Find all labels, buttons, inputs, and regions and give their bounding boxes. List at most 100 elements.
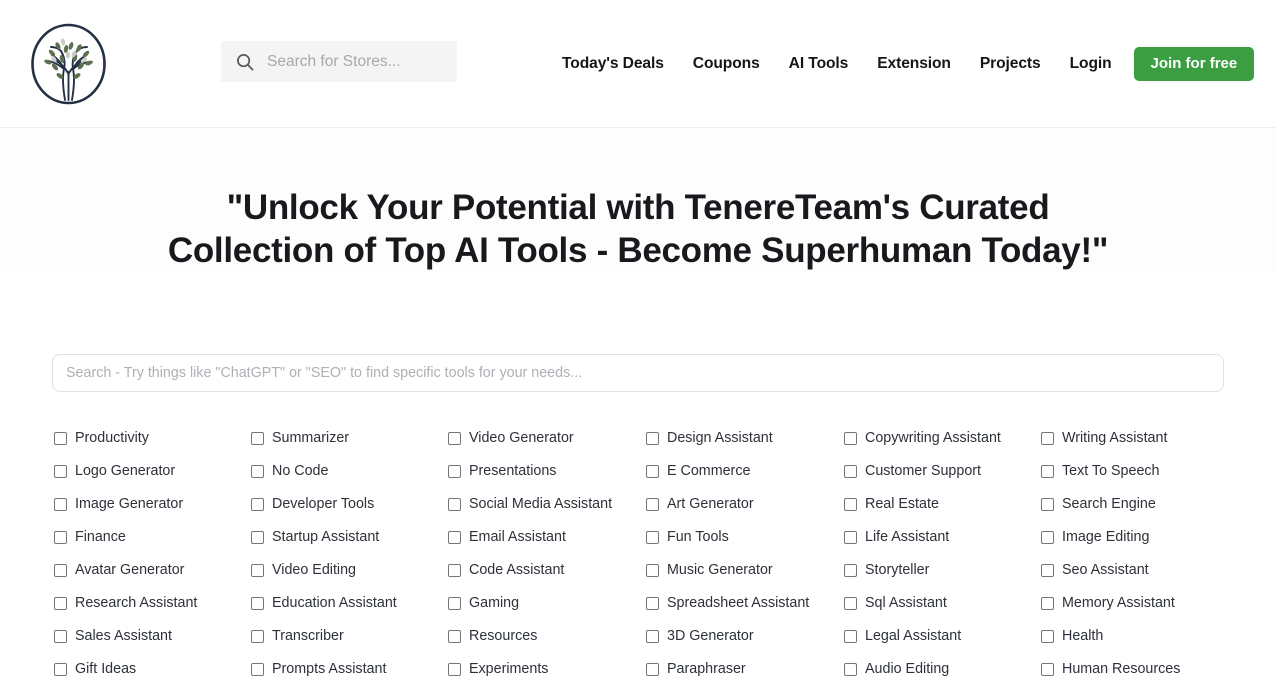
checkbox-social-media-assistant[interactable] bbox=[448, 498, 461, 511]
checkbox-education-assistant[interactable] bbox=[251, 597, 264, 610]
checkbox-resources[interactable] bbox=[448, 630, 461, 643]
checkbox-code-assistant[interactable] bbox=[448, 564, 461, 577]
checkbox-real-estate[interactable] bbox=[844, 498, 857, 511]
category-item-experiments[interactable]: Experiments bbox=[448, 653, 646, 686]
checkbox-writing-assistant[interactable] bbox=[1041, 432, 1054, 445]
category-item-search-engine[interactable]: Search Engine bbox=[1041, 488, 1234, 521]
checkbox-copywriting-assistant[interactable] bbox=[844, 432, 857, 445]
checkbox-email-assistant[interactable] bbox=[448, 531, 461, 544]
category-item-social-media-assistant[interactable]: Social Media Assistant bbox=[448, 488, 646, 521]
category-item-productivity[interactable]: Productivity bbox=[54, 422, 251, 455]
category-item-life-assistant[interactable]: Life Assistant bbox=[844, 521, 1041, 554]
category-item-legal-assistant[interactable]: Legal Assistant bbox=[844, 620, 1041, 653]
checkbox-transcriber[interactable] bbox=[251, 630, 264, 643]
category-item-3d-generator[interactable]: 3D Generator bbox=[646, 620, 844, 653]
category-item-prompts-assistant[interactable]: Prompts Assistant bbox=[251, 653, 448, 686]
category-item-gift-ideas[interactable]: Gift Ideas bbox=[54, 653, 251, 686]
nav-item-ai-tools[interactable]: AI Tools bbox=[789, 49, 849, 79]
checkbox-design-assistant[interactable] bbox=[646, 432, 659, 445]
category-item-paraphraser[interactable]: Paraphraser bbox=[646, 653, 844, 686]
category-item-storyteller[interactable]: Storyteller bbox=[844, 554, 1041, 587]
checkbox-storyteller[interactable] bbox=[844, 564, 857, 577]
category-item-code-assistant[interactable]: Code Assistant bbox=[448, 554, 646, 587]
category-item-text-to-speech[interactable]: Text To Speech bbox=[1041, 455, 1234, 488]
category-item-gaming[interactable]: Gaming bbox=[448, 587, 646, 620]
category-item-education-assistant[interactable]: Education Assistant bbox=[251, 587, 448, 620]
checkbox-developer-tools[interactable] bbox=[251, 498, 264, 511]
checkbox-memory-assistant[interactable] bbox=[1041, 597, 1054, 610]
category-item-image-editing[interactable]: Image Editing bbox=[1041, 521, 1234, 554]
category-item-video-editing[interactable]: Video Editing bbox=[251, 554, 448, 587]
checkbox-3d-generator[interactable] bbox=[646, 630, 659, 643]
checkbox-research-assistant[interactable] bbox=[54, 597, 67, 610]
category-item-e-commerce[interactable]: E Commerce bbox=[646, 455, 844, 488]
category-item-health[interactable]: Health bbox=[1041, 620, 1234, 653]
checkbox-startup-assistant[interactable] bbox=[251, 531, 264, 544]
category-item-summarizer[interactable]: Summarizer bbox=[251, 422, 448, 455]
checkbox-video-editing[interactable] bbox=[251, 564, 264, 577]
category-item-audio-editing[interactable]: Audio Editing bbox=[844, 653, 1041, 686]
nav-item-projects[interactable]: Projects bbox=[980, 49, 1041, 79]
checkbox-search-engine[interactable] bbox=[1041, 498, 1054, 511]
category-item-music-generator[interactable]: Music Generator bbox=[646, 554, 844, 587]
checkbox-seo-assistant[interactable] bbox=[1041, 564, 1054, 577]
category-item-fun-tools[interactable]: Fun Tools bbox=[646, 521, 844, 554]
nav-item-login[interactable]: Login bbox=[1070, 49, 1112, 79]
category-item-sales-assistant[interactable]: Sales Assistant bbox=[54, 620, 251, 653]
checkbox-video-generator[interactable] bbox=[448, 432, 461, 445]
category-item-design-assistant[interactable]: Design Assistant bbox=[646, 422, 844, 455]
checkbox-sql-assistant[interactable] bbox=[844, 597, 857, 610]
checkbox-avatar-generator[interactable] bbox=[54, 564, 67, 577]
checkbox-finance[interactable] bbox=[54, 531, 67, 544]
category-item-no-code[interactable]: No Code bbox=[251, 455, 448, 488]
nav-item-todays-deals[interactable]: Today's Deals bbox=[562, 49, 664, 79]
category-item-customer-support[interactable]: Customer Support bbox=[844, 455, 1041, 488]
checkbox-human-resources[interactable] bbox=[1041, 663, 1054, 676]
category-item-copywriting-assistant[interactable]: Copywriting Assistant bbox=[844, 422, 1041, 455]
join-for-free-button[interactable]: Join for free bbox=[1133, 47, 1255, 81]
checkbox-music-generator[interactable] bbox=[646, 564, 659, 577]
checkbox-presentations[interactable] bbox=[448, 465, 461, 478]
checkbox-fun-tools[interactable] bbox=[646, 531, 659, 544]
category-item-video-generator[interactable]: Video Generator bbox=[448, 422, 646, 455]
checkbox-e-commerce[interactable] bbox=[646, 465, 659, 478]
checkbox-paraphraser[interactable] bbox=[646, 663, 659, 676]
checkbox-productivity[interactable] bbox=[54, 432, 67, 445]
checkbox-gift-ideas[interactable] bbox=[54, 663, 67, 676]
tenereteam-tree-logo[interactable] bbox=[29, 22, 108, 106]
category-item-human-resources[interactable]: Human Resources bbox=[1041, 653, 1234, 686]
category-item-developer-tools[interactable]: Developer Tools bbox=[251, 488, 448, 521]
checkbox-gaming[interactable] bbox=[448, 597, 461, 610]
checkbox-legal-assistant[interactable] bbox=[844, 630, 857, 643]
checkbox-art-generator[interactable] bbox=[646, 498, 659, 511]
checkbox-text-to-speech[interactable] bbox=[1041, 465, 1054, 478]
category-item-memory-assistant[interactable]: Memory Assistant bbox=[1041, 587, 1234, 620]
category-item-resources[interactable]: Resources bbox=[448, 620, 646, 653]
category-item-sql-assistant[interactable]: Sql Assistant bbox=[844, 587, 1041, 620]
checkbox-sales-assistant[interactable] bbox=[54, 630, 67, 643]
nav-item-extension[interactable]: Extension bbox=[877, 49, 951, 79]
checkbox-prompts-assistant[interactable] bbox=[251, 663, 264, 676]
category-item-art-generator[interactable]: Art Generator bbox=[646, 488, 844, 521]
checkbox-experiments[interactable] bbox=[448, 663, 461, 676]
category-item-spreadsheet-assistant[interactable]: Spreadsheet Assistant bbox=[646, 587, 844, 620]
category-item-image-generator[interactable]: Image Generator bbox=[54, 488, 251, 521]
checkbox-image-generator[interactable] bbox=[54, 498, 67, 511]
checkbox-no-code[interactable] bbox=[251, 465, 264, 478]
store-search-box[interactable] bbox=[221, 41, 457, 82]
checkbox-summarizer[interactable] bbox=[251, 432, 264, 445]
category-item-research-assistant[interactable]: Research Assistant bbox=[54, 587, 251, 620]
category-item-finance[interactable]: Finance bbox=[54, 521, 251, 554]
category-item-real-estate[interactable]: Real Estate bbox=[844, 488, 1041, 521]
category-item-writing-assistant[interactable]: Writing Assistant bbox=[1041, 422, 1234, 455]
category-item-avatar-generator[interactable]: Avatar Generator bbox=[54, 554, 251, 587]
category-item-seo-assistant[interactable]: Seo Assistant bbox=[1041, 554, 1234, 587]
checkbox-logo-generator[interactable] bbox=[54, 465, 67, 478]
checkbox-spreadsheet-assistant[interactable] bbox=[646, 597, 659, 610]
category-item-startup-assistant[interactable]: Startup Assistant bbox=[251, 521, 448, 554]
checkbox-audio-editing[interactable] bbox=[844, 663, 857, 676]
category-item-logo-generator[interactable]: Logo Generator bbox=[54, 455, 251, 488]
category-item-email-assistant[interactable]: Email Assistant bbox=[448, 521, 646, 554]
category-item-presentations[interactable]: Presentations bbox=[448, 455, 646, 488]
nav-item-coupons[interactable]: Coupons bbox=[693, 49, 760, 79]
